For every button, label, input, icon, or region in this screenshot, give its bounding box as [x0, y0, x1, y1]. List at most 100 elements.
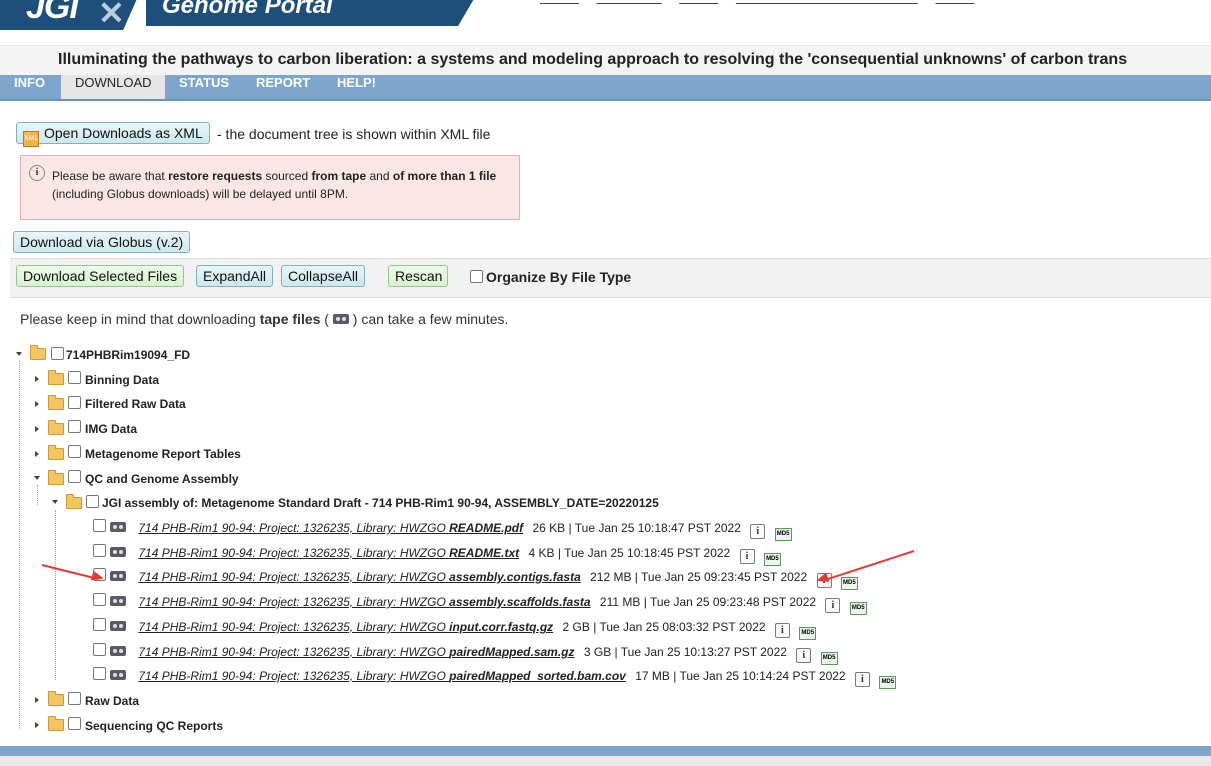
md5-icon[interactable]: MD5 [763, 553, 781, 566]
expand-toggle-icon[interactable] [52, 500, 58, 504]
folder-checkbox[interactable] [68, 717, 81, 730]
expand-toggle-icon[interactable] [35, 697, 39, 703]
root-checkbox[interactable] [51, 347, 64, 360]
md5-icon[interactable]: MD5 [820, 652, 838, 665]
top-link[interactable]: ——— [936, 0, 975, 5]
expand-all-button[interactable]: ExpandAll [196, 265, 273, 287]
file-link[interactable]: 714 PHB-Rim1 90-94: Project: 1326235, Li… [138, 570, 580, 584]
download-selected-button[interactable]: Download Selected Files [16, 265, 184, 287]
file-link[interactable]: 714 PHB-Rim1 90-94: Project: 1326235, Li… [138, 595, 590, 609]
tab-status[interactable]: STATUS [165, 75, 243, 99]
folder-filtered-raw-data[interactable]: Filtered Raw Data [85, 397, 186, 411]
tab-info[interactable]: INFO [0, 75, 59, 99]
folder-checkbox[interactable] [68, 470, 81, 483]
annotation-arrow-right [822, 550, 915, 582]
file-name: input.corr.fastq.gz [449, 620, 554, 634]
info-icon[interactable]: i [854, 672, 870, 687]
folder-icon [48, 716, 64, 731]
info-icon[interactable]: i [774, 623, 790, 638]
file-row: 714 PHB-Rim1 90-94: Project: 1326235, Li… [110, 570, 858, 590]
folder-sequencing-qc-reports[interactable]: Sequencing QC Reports [85, 719, 223, 733]
file-link[interactable]: 714 PHB-Rim1 90-94: Project: 1326235, Li… [138, 645, 574, 659]
organize-checkbox[interactable] [470, 270, 483, 283]
expand-toggle-icon[interactable] [16, 352, 22, 356]
folder-checkbox[interactable] [68, 420, 81, 433]
top-link[interactable]: ——— [540, 0, 579, 5]
assembly-folder-label[interactable]: JGI assembly of: Metagenome Standard Dra… [102, 496, 659, 510]
info-icon[interactable]: i [796, 648, 812, 663]
folder-icon [48, 370, 64, 385]
file-name: assembly.contigs.fasta [449, 570, 581, 584]
portal-title[interactable]: Genome Portal [162, 0, 333, 20]
md5-icon[interactable]: MD5 [879, 676, 897, 689]
rescan-button[interactable]: Rescan [388, 265, 448, 287]
file-link[interactable]: 714 PHB-Rim1 90-94: Project: 1326235, Li… [138, 521, 523, 535]
file-checkbox[interactable] [93, 519, 106, 532]
tab-download[interactable]: DOWNLOAD [61, 75, 165, 99]
jgi-logo[interactable]: JGI [26, 0, 79, 27]
folder-raw-data[interactable]: Raw Data [85, 694, 139, 708]
root-folder-label[interactable]: 714PHBRim19094_FD [66, 348, 190, 362]
top-link[interactable]: —————————————— [736, 0, 918, 5]
file-prefix: 714 PHB-Rim1 90-94: Project: 1326235, Li… [138, 645, 450, 659]
file-row: 714 PHB-Rim1 90-94: Project: 1326235, Li… [110, 620, 817, 640]
file-checkbox[interactable] [93, 643, 106, 656]
assembly-checkbox[interactable] [86, 495, 99, 508]
top-link[interactable]: ————— [597, 0, 662, 5]
folder-img-data[interactable]: IMG Data [85, 422, 137, 436]
footer-band [0, 746, 1211, 756]
md5-icon[interactable]: MD5 [799, 627, 817, 640]
open-xml-button[interactable]: XML Open Downloads as XML [16, 122, 210, 147]
info-icon[interactable]: i [825, 598, 841, 613]
folder-icon [48, 445, 64, 460]
expand-toggle-icon[interactable] [35, 426, 39, 432]
folder-metagenome-report-tables[interactable]: Metagenome Report Tables [85, 447, 241, 461]
expand-toggle-icon[interactable] [35, 722, 39, 728]
folder-checkbox[interactable] [68, 692, 81, 705]
file-row: 714 PHB-Rim1 90-94: Project: 1326235, Li… [110, 521, 792, 541]
file-checkbox[interactable] [93, 593, 106, 606]
logo-x-icon: ✕ [98, 0, 125, 31]
md5-icon[interactable]: MD5 [849, 602, 867, 615]
tape-warning-box: i Please be aware that restore requests … [20, 155, 520, 220]
globus-button[interactable]: Download via Globus (v.2) [13, 231, 190, 253]
folder-qc-genome-assembly[interactable]: QC and Genome Assembly [85, 472, 239, 486]
folder-icon [48, 470, 64, 485]
warning-line-1: Please be aware that restore requests so… [52, 169, 496, 183]
tab-report[interactable]: REPORT [242, 75, 324, 99]
expand-toggle-icon[interactable] [35, 376, 39, 382]
tab-help[interactable]: HELP! [323, 75, 390, 99]
folder-checkbox[interactable] [68, 396, 81, 409]
file-link[interactable]: 714 PHB-Rim1 90-94: Project: 1326235, Li… [138, 546, 519, 560]
file-checkbox[interactable] [93, 667, 106, 680]
folder-icon [30, 345, 46, 360]
file-prefix: 714 PHB-Rim1 90-94: Project: 1326235, Li… [138, 521, 450, 535]
file-prefix: 714 PHB-Rim1 90-94: Project: 1326235, Li… [138, 669, 450, 683]
file-link[interactable]: 714 PHB-Rim1 90-94: Project: 1326235, Li… [138, 669, 626, 683]
file-size: 212 MB [590, 570, 632, 584]
file-name: README.pdf [449, 521, 524, 535]
annotation-arrow-left [41, 564, 99, 581]
info-icon[interactable]: i [739, 549, 755, 564]
folder-icon [66, 494, 82, 509]
file-checkbox[interactable] [93, 618, 106, 631]
folder-checkbox[interactable] [68, 371, 81, 384]
tape-note-text: ) can take a few minutes. [348, 311, 509, 327]
warning-text: and [366, 169, 393, 183]
collapse-all-button[interactable]: CollapseAll [281, 265, 365, 287]
md5-icon[interactable]: MD5 [840, 577, 858, 590]
top-link[interactable]: ——— [679, 0, 718, 5]
expand-toggle-icon[interactable] [34, 476, 40, 480]
folder-binning-data[interactable]: Binning Data [85, 373, 159, 387]
file-date: Tue Jan 25 08:03:32 PST 2022 [599, 620, 766, 634]
top-links: ——— ————— ——— —————————————— ——— [540, 0, 989, 5]
expand-toggle-icon[interactable] [35, 451, 39, 457]
expand-toggle-icon[interactable] [35, 401, 39, 407]
file-checkbox[interactable] [93, 544, 106, 557]
xml-icon: XML [23, 131, 39, 147]
file-link[interactable]: 714 PHB-Rim1 90-94: Project: 1326235, Li… [138, 620, 553, 634]
info-icon[interactable]: i [750, 524, 766, 539]
file-row: 714 PHB-Rim1 90-94: Project: 1326235, Li… [110, 595, 867, 615]
md5-icon[interactable]: MD5 [774, 528, 792, 541]
folder-checkbox[interactable] [68, 445, 81, 458]
